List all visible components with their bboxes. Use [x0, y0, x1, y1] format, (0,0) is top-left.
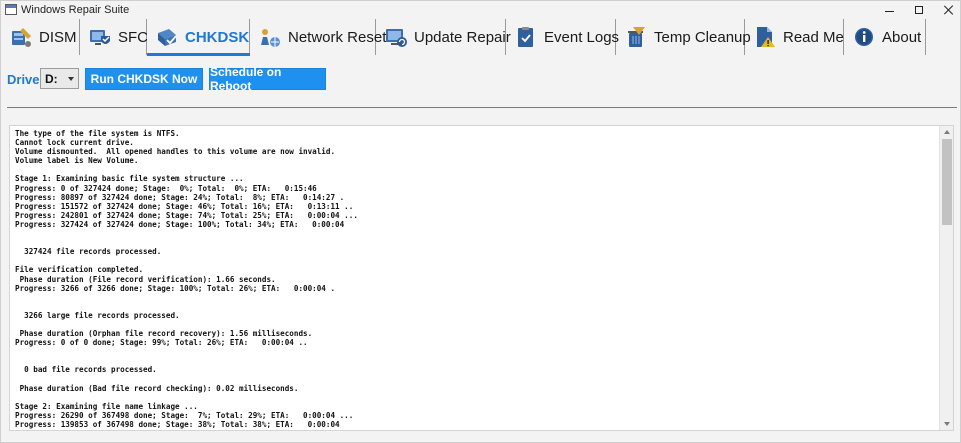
- tab-network-reset[interactable]: Network Reset: [250, 19, 386, 55]
- output-line: Progress: 26290 of 367498 done; Stage: 7…: [15, 410, 354, 420]
- output-line: Stage 1: Examining basic file system str…: [15, 174, 244, 184]
- output-line: 3266 large file records processed.: [15, 310, 180, 320]
- tab-bar: DISM SFC CHKDSK Network Reset Update Rep…: [1, 19, 960, 56]
- event-logs-icon: [514, 25, 538, 49]
- tab-dism-label: DISM: [39, 28, 77, 46]
- output-line: Phase duration (Orphan file record recov…: [15, 329, 313, 339]
- dism-icon: [9, 25, 33, 49]
- run-chkdsk-button[interactable]: Run CHKDSK Now: [85, 68, 203, 90]
- drive-label: Drive:: [7, 72, 44, 87]
- output-line: 327424 file records processed.: [15, 247, 162, 257]
- tab-network-reset-label: Network Reset: [288, 28, 387, 46]
- chkdsk-icon: [155, 25, 179, 49]
- update-icon: [384, 25, 408, 49]
- output-line: Progress: 139853 of 367498 done; Stage: …: [15, 420, 340, 429]
- output-line: Progress: 3266 of 3266 done; Stage: 100%…: [15, 283, 336, 293]
- scroll-down-icon: [943, 422, 950, 426]
- tab-event-logs-label: Event Logs: [544, 28, 620, 46]
- output-lines: The type of the file system is NTFS. Cann…: [15, 129, 935, 429]
- tab-read-me-label: Read Me: [783, 28, 844, 46]
- schedule-reboot-button[interactable]: Schedule on Reboot: [209, 65, 326, 93]
- close-button[interactable]: [931, 1, 961, 19]
- tab-about[interactable]: About: [844, 19, 926, 55]
- app-window: Windows Repair Suite DISM SFC CHKDSK Net…: [0, 0, 961, 443]
- output-line: The type of the file system is NTFS.: [15, 129, 180, 138]
- chevron-down-icon: [68, 77, 74, 81]
- sfc-icon: [88, 25, 112, 49]
- network-icon: [258, 25, 282, 49]
- output-line: Progress: 327424 of 327424 done; Stage: …: [15, 219, 345, 229]
- output-line: Progress: 242801 of 327424 done; Stage: …: [15, 210, 358, 220]
- output-line: Progress: 80897 of 327424 done; Stage: 2…: [15, 192, 345, 202]
- tab-chkdsk[interactable]: CHKDSK: [147, 19, 250, 55]
- tab-dism[interactable]: DISM: [1, 19, 80, 55]
- output-line: Stage 2: Examining file name linkage ...: [15, 401, 198, 411]
- app-window-icon: [5, 4, 17, 15]
- read-me-icon: [753, 25, 777, 49]
- output-line: Progress: 0 of 327424 done; Stage: 0%; T…: [15, 183, 317, 193]
- separator: [7, 107, 957, 108]
- tab-sfc[interactable]: SFC: [80, 19, 148, 55]
- output-line: Phase duration (File record verification…: [15, 274, 276, 284]
- tab-read-me[interactable]: Read Me: [745, 19, 844, 55]
- maximize-icon: [915, 6, 923, 14]
- tab-event-logs[interactable]: Event Logs: [506, 19, 620, 55]
- output-line: Volume label is New Volume.: [15, 156, 139, 166]
- output-line: Cannot lock current drive.: [15, 138, 134, 148]
- tab-temp-cleanup-label: Temp Cleanup: [654, 28, 751, 46]
- title-bar: Windows Repair Suite: [1, 1, 960, 19]
- tab-temp-cleanup[interactable]: Temp Cleanup: [616, 19, 751, 55]
- output-line: File verification completed.: [15, 265, 144, 275]
- scroll-up-button[interactable]: [940, 126, 953, 138]
- active-tab-indicator: [147, 53, 250, 56]
- scroll-down-button[interactable]: [940, 418, 953, 430]
- vertical-scrollbar[interactable]: [939, 126, 953, 430]
- drive-select[interactable]: D:: [40, 68, 79, 89]
- tab-chkdsk-label: CHKDSK: [185, 28, 250, 46]
- output-line: Phase duration (Bad file record checking…: [15, 383, 299, 393]
- drive-select-value: D:: [45, 72, 58, 86]
- tab-update-repair-label: Update Repair: [414, 28, 511, 46]
- output-console[interactable]: The type of the file system is NTFS. Cann…: [9, 125, 954, 431]
- about-icon: [852, 25, 876, 49]
- close-icon: [944, 5, 954, 15]
- window-title: Windows Repair Suite: [21, 4, 130, 16]
- output-line: Volume dismounted. All opened handles to…: [15, 147, 336, 157]
- tab-update-repair[interactable]: Update Repair: [376, 19, 511, 55]
- tab-about-label: About: [882, 28, 922, 46]
- output-line: Progress: 0 of 0 done; Stage: 99%; Total…: [15, 338, 308, 348]
- tab-sfc-label: SFC: [118, 28, 148, 46]
- scroll-thumb[interactable]: [942, 139, 952, 225]
- scroll-up-icon: [943, 130, 950, 134]
- output-line: 0 bad file records processed.: [15, 365, 157, 375]
- output-line: Progress: 151572 of 327424 done; Stage: …: [15, 201, 354, 211]
- temp-cleanup-icon: [624, 25, 648, 49]
- minimize-icon: [884, 10, 894, 12]
